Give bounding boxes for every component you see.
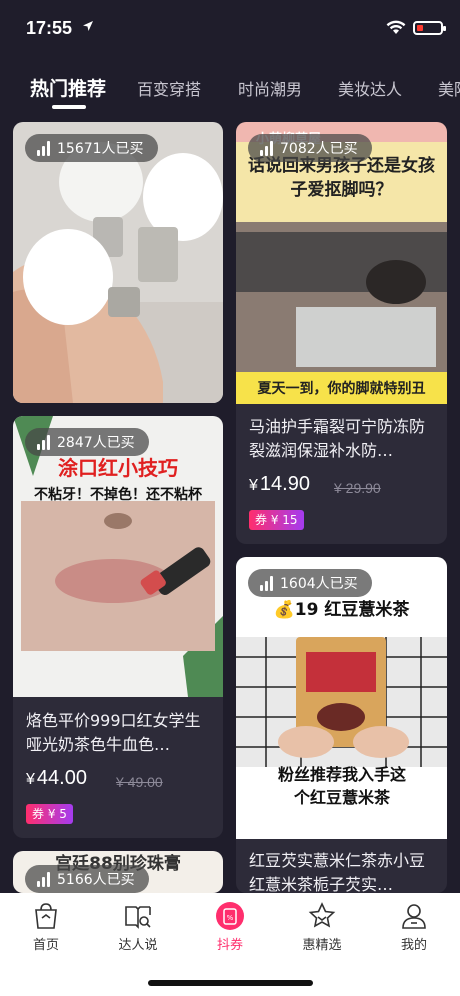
sales-bars-icon xyxy=(260,140,273,156)
nav-label: 我的 xyxy=(400,938,427,953)
star-icon xyxy=(308,902,336,928)
nav-me[interactable]: 我的 xyxy=(379,901,449,953)
product-image-lipstick: 涂口红小技巧 不粘牙！不掉色！还不粘杯 xyxy=(13,416,223,697)
sales-bars-icon xyxy=(260,575,273,591)
product-title: 烙色平价999口红女学生哑光奶茶色牛血色… xyxy=(26,711,201,754)
book-search-icon xyxy=(125,906,151,929)
status-time: 17:55 xyxy=(26,18,73,38)
sold-count-badge: 15671人已买 xyxy=(25,134,158,162)
coupon-badge[interactable]: 券 ¥ 15 xyxy=(249,510,304,530)
sold-count-badge: 7082人已买 xyxy=(248,134,372,162)
nav-featured[interactable]: 惠精选 xyxy=(287,901,357,953)
status-bar: 17:55 xyxy=(0,0,460,56)
product-price: ¥44.00 xyxy=(26,767,87,790)
price-value: 14.90 xyxy=(259,473,310,495)
original-price: ¥ 29.90 xyxy=(334,480,381,496)
banner-sub-text: 不粘牙！不掉色！还不粘杯 xyxy=(34,487,202,503)
wifi-icon xyxy=(386,20,406,34)
sold-count: 15671人已买 xyxy=(57,141,144,157)
nav-label: 惠精选 xyxy=(302,938,342,953)
sold-count-badge: 2847人已买 xyxy=(25,428,149,456)
nav-label: 抖券 xyxy=(216,938,243,953)
tab-more[interactable]: 美陌 xyxy=(438,76,460,100)
home-indicator xyxy=(148,980,313,986)
sold-count: 1604人已买 xyxy=(280,576,358,592)
banner-bottom-text: 夏天一到，你的脚就特别丑 xyxy=(257,381,426,397)
sold-count: 5166人已买 xyxy=(57,872,135,888)
product-title: 红豆芡实薏米仁茶赤小豆红薏米茶栀子芡实… xyxy=(249,851,426,893)
product-card[interactable]: 涂口红小技巧 不粘牙！不掉色！还不粘杯 2847人已买 烙色平价999口红女学生… xyxy=(13,416,223,838)
tab-outfits[interactable]: 百变穿搭 xyxy=(137,76,201,100)
price-value: 44.00 xyxy=(36,767,87,789)
coupon-icon: % xyxy=(216,902,244,930)
shopping-bag-icon xyxy=(35,903,57,929)
product-card[interactable]: 💰19 红豆薏米茶 粉丝推荐我入手这个红豆薏米茶 1604人已买 红豆芡实薏米仁… xyxy=(236,557,447,893)
coupon-badge[interactable]: 券 ¥ 5 xyxy=(26,804,73,824)
tab-beauty-expert[interactable]: 美妆达人 xyxy=(338,76,402,100)
nav-coupon[interactable]: % 抖券 xyxy=(195,901,265,953)
banner-bottom-text: 粉丝推荐我入手这个红豆薏米茶 xyxy=(277,765,406,807)
product-card[interactable]: 15671人已买 xyxy=(13,122,223,403)
svg-text:%: % xyxy=(227,914,234,922)
banner-title-text: 涂口红小技巧 xyxy=(58,456,178,480)
nav-label: 首页 xyxy=(32,938,59,953)
tab-hot-recommend[interactable]: 热门推荐 xyxy=(30,74,106,101)
product-title: 马油护手霜裂可宁防冻防裂滋润保湿补水防… xyxy=(249,417,426,460)
product-price: ¥14.90 xyxy=(249,473,310,496)
product-image-bulbs xyxy=(13,122,223,403)
product-card[interactable]: 宫廷88别珍珠膏 5166人已买 xyxy=(13,851,223,893)
original-price: ¥ 49.00 xyxy=(116,774,163,790)
sales-bars-icon xyxy=(37,871,50,887)
user-icon xyxy=(402,904,426,929)
product-image-red-bean-tea: 💰19 红豆薏米茶 粉丝推荐我入手这个红豆薏米茶 xyxy=(236,557,447,839)
sales-bars-icon xyxy=(37,140,50,156)
nav-home[interactable]: 首页 xyxy=(11,901,81,953)
sold-count-badge: 1604人已买 xyxy=(248,569,372,597)
product-card[interactable]: 小萌柳草屋 话说回来男孩子还是女孩子爱抠脚吗？ 夏天一到，你的脚就特别丑 708… xyxy=(236,122,447,544)
nav-expert-says[interactable]: 达人说 xyxy=(103,901,173,953)
sold-count-badge: 5166人已买 xyxy=(25,865,149,893)
sales-bars-icon xyxy=(37,434,50,450)
banner-top-text: 💰19 红豆薏米茶 xyxy=(273,600,410,620)
nav-label: 达人说 xyxy=(118,938,158,953)
tab-indicator xyxy=(52,105,86,109)
sold-count: 2847人已买 xyxy=(57,435,135,451)
tab-trendy-men[interactable]: 时尚潮男 xyxy=(238,76,302,100)
currency-symbol: ¥ xyxy=(26,771,35,788)
battery-icon xyxy=(413,21,446,35)
product-image-hand-cream: 小萌柳草屋 话说回来男孩子还是女孩子爱抠脚吗？ 夏天一到，你的脚就特别丑 xyxy=(236,122,447,404)
sold-count: 7082人已买 xyxy=(280,141,358,157)
location-arrow-icon xyxy=(83,21,93,31)
currency-symbol: ¥ xyxy=(249,477,258,494)
